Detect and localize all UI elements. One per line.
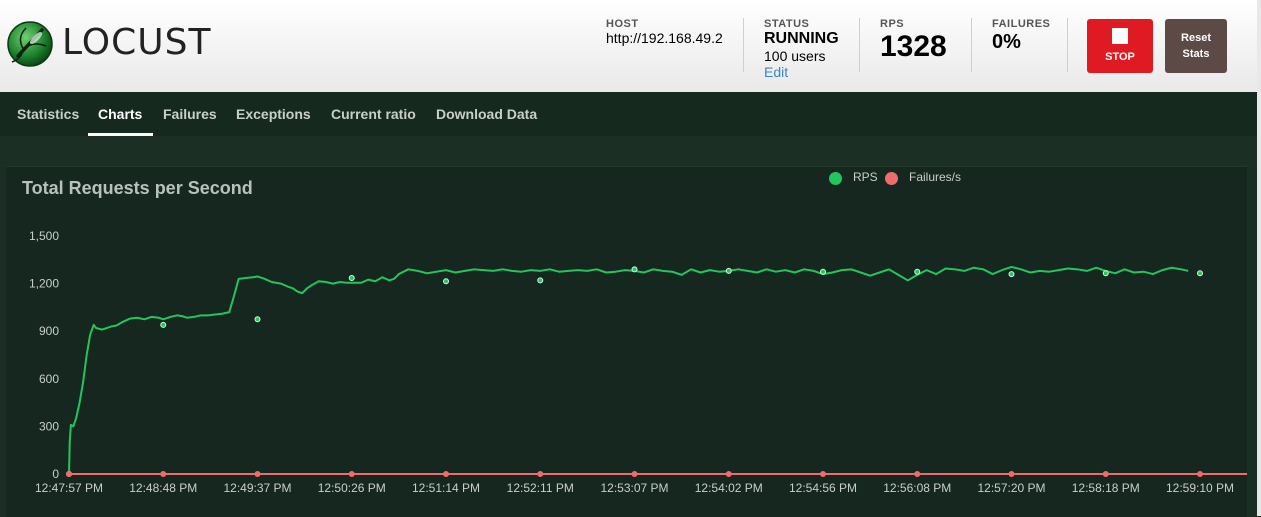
x-tick-label: 12:58:18 PM bbox=[1072, 481, 1140, 495]
failures-point bbox=[820, 471, 826, 477]
rps-point bbox=[631, 266, 638, 273]
rps-point bbox=[254, 316, 261, 323]
rps-point bbox=[820, 268, 826, 275]
failures-point bbox=[1102, 471, 1109, 477]
failures-point bbox=[1197, 471, 1203, 477]
rps-series-line bbox=[68, 265, 1189, 475]
x-tick-label: 12:50:26 PM bbox=[318, 481, 386, 495]
x-tick-label: 12:52:11 PM bbox=[507, 481, 574, 495]
x-tick-label: 12:53:07 PM bbox=[600, 481, 668, 495]
rps-point bbox=[443, 278, 449, 285]
failures-point bbox=[254, 471, 261, 477]
x-tick-label: 12:49:37 PM bbox=[223, 481, 291, 495]
x-tick-label: 12:48:48 PM bbox=[129, 481, 197, 495]
failures-point bbox=[631, 471, 638, 477]
rps-point bbox=[348, 275, 355, 282]
y-tick-label: 0 bbox=[52, 467, 59, 481]
rps-point bbox=[914, 268, 921, 275]
rps-point bbox=[1008, 271, 1015, 278]
failures-point bbox=[348, 471, 355, 477]
x-tick-label: 12:54:02 PM bbox=[695, 481, 763, 495]
failures-point bbox=[160, 471, 167, 477]
y-tick-label: 300 bbox=[39, 419, 59, 433]
rps-point bbox=[1197, 270, 1203, 277]
failures-point bbox=[914, 471, 921, 477]
failures-point bbox=[1008, 471, 1015, 477]
x-tick-label: 12:56:08 PM bbox=[883, 481, 951, 495]
rps-chart: 1,500 1,200 900 600 300 012:47:57 PM 12:48:48 … bbox=[29, 229, 1247, 495]
rps-point bbox=[537, 277, 544, 284]
y-tick-label: 1,500 bbox=[29, 229, 59, 243]
rps-point bbox=[160, 321, 167, 328]
y-tick-label: 1,200 bbox=[29, 277, 59, 291]
rps-point bbox=[725, 267, 732, 274]
failures-point bbox=[443, 471, 449, 477]
y-tick-label: 900 bbox=[39, 324, 59, 338]
failures-point bbox=[66, 471, 72, 477]
rps-point bbox=[1102, 270, 1109, 277]
failures-point bbox=[725, 471, 732, 477]
x-tick-label: 12:54:56 PM bbox=[789, 481, 857, 495]
x-tick-label: 12:51:14 PM bbox=[412, 481, 480, 495]
x-tick-label: 12:47:57 PM bbox=[35, 481, 103, 495]
x-tick-label: 12:59:10 PM bbox=[1166, 481, 1234, 495]
page-scrollbar[interactable] bbox=[1257, 0, 1261, 516]
y-tick-label: 600 bbox=[39, 372, 59, 386]
failures-point bbox=[537, 471, 544, 477]
x-tick-label: 12:57:20 PM bbox=[977, 481, 1045, 495]
